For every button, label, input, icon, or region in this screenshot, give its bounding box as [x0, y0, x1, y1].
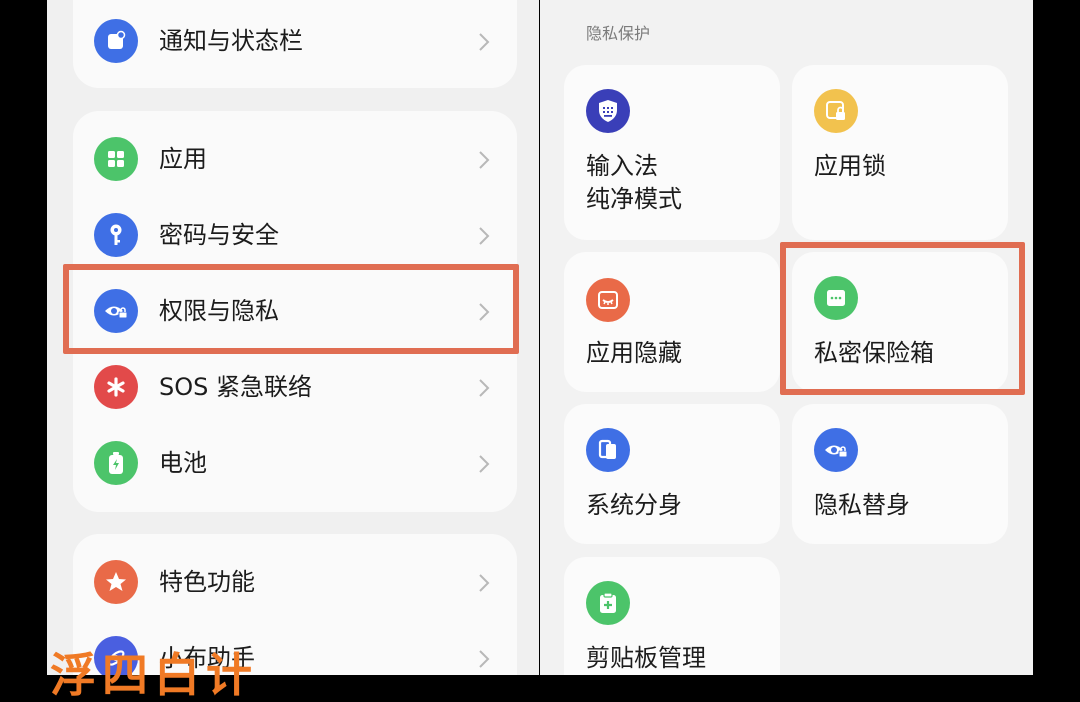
tile-label: 隐私替身: [814, 491, 910, 519]
settings-item-battery[interactable]: 电池: [73, 434, 517, 494]
settings-item-label: 应用: [159, 145, 207, 173]
chevron-right-icon: [479, 33, 490, 51]
settings-item-label: 通知与状态栏: [159, 27, 303, 55]
chevron-right-icon: [479, 379, 490, 397]
tile-label: 应用隐藏: [586, 339, 682, 367]
clone-icon: [586, 428, 630, 472]
tile-label-line2: 纯净模式: [586, 185, 682, 213]
settings-item-sos[interactable]: SOS 紧急联络: [73, 358, 517, 418]
settings-item-password-security[interactable]: 密码与安全: [73, 206, 517, 266]
keyboard-shield-icon: [586, 89, 630, 133]
caption-overlay-text: 浮四白计: [50, 648, 258, 702]
hidden-app-icon: [586, 278, 630, 322]
tile-label: 系统分身: [586, 491, 682, 519]
tile-label: 输入法: [586, 152, 658, 180]
tile-input-method-pure-mode[interactable]: 输入法 纯净模式: [564, 65, 780, 240]
settings-item-label: 特色功能: [159, 568, 255, 596]
section-title: 隐私保护: [586, 24, 651, 43]
chevron-right-icon: [479, 151, 490, 169]
settings-item-notifications[interactable]: 通知与状态栏: [73, 12, 517, 72]
privacy-double-icon: [814, 428, 858, 472]
settings-item-permissions-privacy[interactable]: 权限与隐私: [73, 282, 517, 342]
settings-card-system: 应用 密码与安全 权限与隐私 SOS 紧急联络 电池: [73, 111, 517, 512]
settings-item-label: 密码与安全: [159, 221, 279, 249]
chevron-right-icon: [479, 650, 490, 668]
chevron-right-icon: [479, 303, 490, 321]
settings-card-notifications: 通知与状态栏: [73, 0, 517, 88]
eye-lock-icon: [94, 289, 138, 333]
star-icon: [94, 560, 138, 604]
settings-item-special-features[interactable]: 特色功能: [73, 553, 517, 613]
asterisk-icon: [94, 365, 138, 409]
settings-list-panel: 通知与状态栏 应用 密码与安全 权限与隐私 SOS 紧急联络 电池 特色功能 小…: [47, 0, 539, 675]
tile-app-hide[interactable]: 应用隐藏: [564, 252, 780, 392]
tile-label: 私密保险箱: [814, 339, 934, 367]
tile-clipboard-management[interactable]: 剪贴板管理: [564, 557, 780, 675]
notification-icon: [94, 19, 138, 63]
chevron-right-icon: [479, 227, 490, 245]
settings-item-label: 电池: [159, 449, 207, 477]
tile-system-clone[interactable]: 系统分身: [564, 404, 780, 544]
chevron-right-icon: [479, 574, 490, 592]
privacy-protection-panel: 隐私保护 输入法 纯净模式 应用锁 应用隐藏 私密保险箱 系统分身 隐私替身 剪…: [540, 0, 1033, 675]
settings-item-apps[interactable]: 应用: [73, 130, 517, 190]
tile-label: 剪贴板管理: [586, 644, 706, 672]
app-lock-icon: [814, 89, 858, 133]
tile-private-safe[interactable]: 私密保险箱: [792, 252, 1008, 392]
settings-item-label: 权限与隐私: [159, 297, 279, 325]
tile-app-lock[interactable]: 应用锁: [792, 65, 1008, 240]
clipboard-icon: [586, 581, 630, 625]
apps-grid-icon: [94, 137, 138, 181]
tile-label: 应用锁: [814, 152, 886, 180]
safe-box-icon: [814, 276, 858, 320]
battery-icon: [94, 441, 138, 485]
chevron-right-icon: [479, 455, 490, 473]
key-icon: [94, 213, 138, 257]
settings-item-label: SOS 紧急联络: [159, 373, 312, 401]
tile-privacy-double[interactable]: 隐私替身: [792, 404, 1008, 544]
